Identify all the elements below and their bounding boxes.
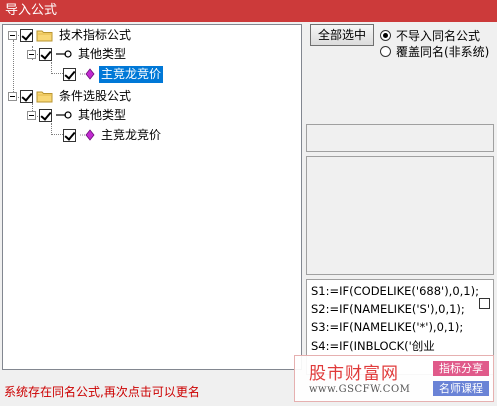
tree-checkbox[interactable] <box>39 47 52 61</box>
description-box <box>306 156 494 275</box>
tree-node-label: 主竞龙竞价 <box>101 127 162 142</box>
folder-icon <box>36 30 53 41</box>
watermark-url: www.GSCFW.COM <box>309 384 411 395</box>
collapse-toggle[interactable] <box>27 110 36 120</box>
formula-tree[interactable]: 技术指标公式 其他类型 主竞龙竞价 条件选股公式 其他类型 主竞龙竞价 <box>2 24 302 370</box>
radio-overwrite[interactable] <box>380 45 391 57</box>
tree-node-label: 条件选股公式 <box>59 88 132 103</box>
option-no-import-label: 不导入同名公式 <box>396 28 481 43</box>
formula-icon <box>80 68 95 80</box>
code-line: S1:=IF(CODELIKE('688'),0,1); <box>311 284 479 298</box>
collapse-toggle[interactable] <box>8 91 17 101</box>
folder-icon <box>36 91 53 102</box>
code-line: S4:=IF(INBLOCK('创业 <box>311 339 435 353</box>
tree-node-other-type-2[interactable]: 其他类型 <box>27 106 128 124</box>
tree-node-label: 技术指标公式 <box>59 27 132 42</box>
tree-node-formula-leaf-1[interactable]: 主竞龙竞价 <box>63 65 164 83</box>
select-all-button[interactable]: 全部选中 <box>310 24 374 46</box>
code-line: S3:=IF(NAMELIKE('*'),0,1); <box>311 320 464 334</box>
tree-node-other-type-1[interactable]: 其他类型 <box>27 45 128 63</box>
watermark-badge-course: 名师课程 <box>433 381 489 396</box>
window-title: 导入公式 <box>5 3 58 18</box>
info-box <box>306 124 494 152</box>
watermark: 股市财富网 www.GSCFW.COM 指标分享 名师课程 <box>294 355 494 402</box>
import-formula-window: 导入公式 技术指标公式 其他类型 主竞龙竞价 条件选股公式 其他类型 主竞龙竞价… <box>0 0 497 406</box>
watermark-title: 股市财富网 <box>309 364 399 384</box>
tree-node-tech-indicator[interactable]: 技术指标公式 <box>8 26 133 44</box>
status-message: 系统存在同名公式,再次点击可以更名 <box>4 385 200 399</box>
collapse-toggle[interactable] <box>27 49 36 59</box>
tree-checkbox[interactable] <box>20 28 33 42</box>
tree-node-label: 其他类型 <box>78 46 127 61</box>
tree-node-formula-leaf-2[interactable]: 主竞龙竞价 <box>63 126 163 144</box>
tree-checkbox[interactable] <box>63 128 76 142</box>
tree-checkbox[interactable] <box>20 89 33 103</box>
tree-checkbox[interactable] <box>39 108 52 122</box>
title-bar: 导入公式 <box>0 0 497 22</box>
collapse-toggle[interactable] <box>8 30 17 40</box>
tree-node-label: 其他类型 <box>78 107 127 122</box>
option-no-import[interactable]: 不导入同名公式 <box>380 27 480 43</box>
option-overwrite-label: 覆盖同名(非系统) <box>396 44 490 59</box>
option-overwrite[interactable]: 覆盖同名(非系统) <box>380 43 489 59</box>
radio-no-import[interactable] <box>380 29 391 41</box>
formula-icon <box>80 129 95 141</box>
code-checkbox[interactable] <box>479 298 490 309</box>
tree-node-label: 主竞龙竞价 <box>99 65 164 83</box>
tree-checkbox[interactable] <box>63 67 76 81</box>
watermark-badge-share: 指标分享 <box>433 361 489 376</box>
key-icon <box>56 50 72 58</box>
tree-node-stock-selection[interactable]: 条件选股公式 <box>8 87 133 105</box>
code-line: S2:=IF(NAMELIKE('S'),0,1); <box>311 302 465 316</box>
key-icon <box>56 111 72 119</box>
